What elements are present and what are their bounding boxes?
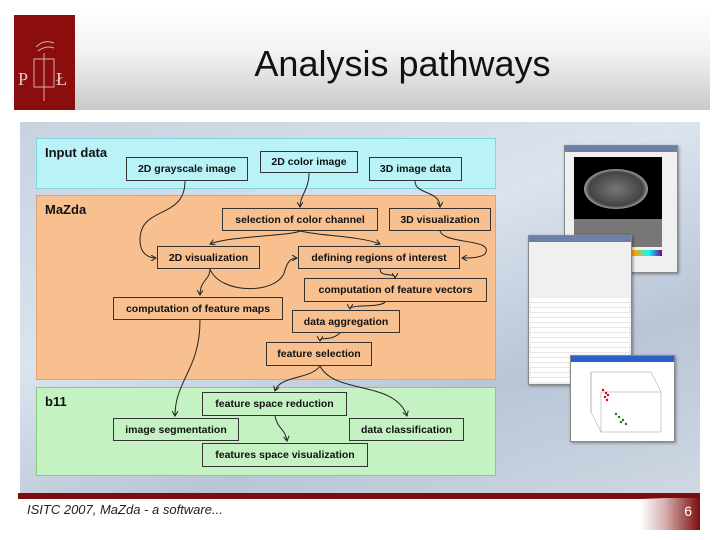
footer-text: ISITC 2007, MaZda - a software... <box>27 502 223 517</box>
box-feature-selection: feature selection <box>266 342 372 366</box>
box-2d-grayscale-image: 2D grayscale image <box>126 157 248 181</box>
scatter-plot-3d <box>590 371 662 433</box>
box-computation-of-feature-maps: computation of feature maps <box>113 297 283 320</box>
box-defining-regions-of-interest: defining regions of interest <box>298 246 460 269</box>
university-logo: P Ł <box>14 15 75 110</box>
ct-image <box>574 157 662 219</box>
box-features-space-visualization: features space visualization <box>202 443 368 467</box>
zone-label: b11 <box>45 394 67 409</box>
box-2d-color-image: 2D color image <box>260 151 358 173</box>
slide-header: Analysis pathways <box>75 15 710 110</box>
zone-label: Input data <box>45 145 108 160</box>
box-3d-image-data: 3D image data <box>369 157 462 181</box>
box-selection-of-color-channel: selection of color channel <box>222 208 378 231</box>
page-number: 6 <box>684 503 692 519</box>
svg-text:Ł: Ł <box>56 69 67 89</box>
3d-plot-window-screenshot <box>570 355 675 442</box>
footer-bar <box>18 493 700 499</box>
svg-text:P: P <box>18 69 28 89</box>
box-2d-visualization: 2D visualization <box>157 246 260 269</box>
page-number-box: 6 <box>640 498 700 530</box>
box-image-segmentation: image segmentation <box>113 418 239 441</box>
box-feature-space-reduction: feature space reduction <box>202 392 347 416</box>
box-data-aggregation: data aggregation <box>292 310 400 333</box>
zone-label: MaZda <box>45 202 87 217</box>
box-computation-of-feature-vectors: computation of feature vectors <box>304 278 487 302</box>
box-data-classification: data classification <box>349 418 464 441</box>
slide-title: Analysis pathways <box>254 43 551 84</box>
box-3d-visualization: 3D visualization <box>389 208 491 231</box>
